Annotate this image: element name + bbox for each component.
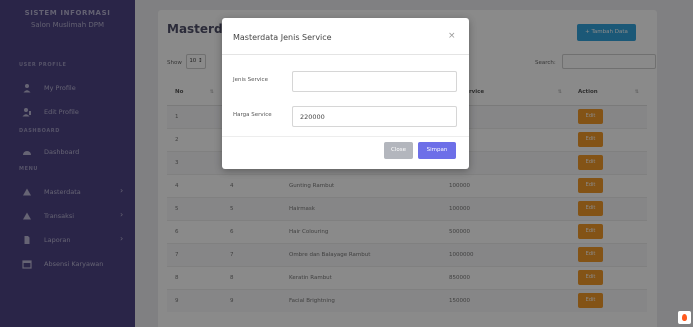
app: SISTEM INFORMASI Salon Muslimah DPM USER… — [0, 0, 693, 327]
jenis-service-input[interactable] — [292, 71, 457, 92]
close-button[interactable]: Close — [384, 142, 413, 159]
harga-service-input[interactable] — [292, 106, 457, 127]
modal-footer-divider — [222, 136, 469, 137]
save-button[interactable]: Simpan — [418, 142, 456, 159]
service-modal: Masterdata Jenis Service × Jenis Service… — [222, 18, 469, 169]
jenis-service-label: Jenis Service — [233, 77, 268, 83]
harga-service-label: Harga Service — [233, 112, 272, 118]
modal-title: Masterdata Jenis Service — [233, 33, 332, 42]
flame-icon — [682, 314, 687, 321]
modal-header-divider — [222, 54, 469, 55]
close-icon[interactable]: × — [448, 31, 456, 41]
